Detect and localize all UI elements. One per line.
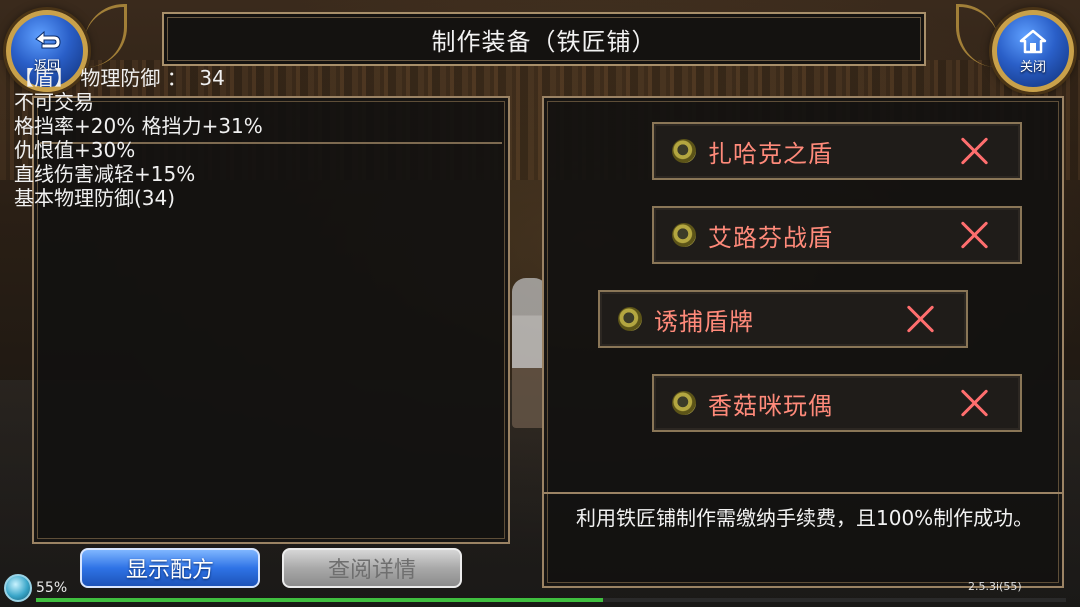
view-details-label: 查阅详情 bbox=[327, 558, 416, 583]
version-label: 2.5.3i(55) bbox=[968, 580, 1022, 593]
close-icon[interactable] bbox=[960, 136, 990, 166]
stat-line: 基本物理防御(34) bbox=[14, 186, 176, 210]
recipe-name: 诱捕盾牌 bbox=[654, 307, 754, 336]
stat-line: 格挡率+20% 格挡力+31% bbox=[14, 114, 263, 138]
panel-divider bbox=[544, 492, 1062, 494]
page-title: 制作装备（铁匠铺） bbox=[431, 27, 657, 56]
stat-line: 直线伤害减轻+15% bbox=[14, 162, 196, 186]
close-icon[interactable] bbox=[906, 304, 936, 334]
close-icon[interactable] bbox=[960, 220, 990, 250]
recipe-name: 扎哈克之盾 bbox=[708, 139, 833, 168]
stat-line: 【盾】 物理防御 ： 34 bbox=[14, 66, 225, 90]
recipe-item-selected[interactable]: 诱捕盾牌 bbox=[598, 290, 968, 348]
stat-line: 仇恨值+30% bbox=[14, 138, 136, 162]
recipe-item[interactable]: 艾路芬战盾 bbox=[652, 206, 1022, 264]
close-icon[interactable] bbox=[960, 388, 990, 418]
show-recipe-button[interactable]: 显示配方 bbox=[80, 548, 260, 588]
recipe-item[interactable]: 香菇咪玩偶 bbox=[652, 374, 1022, 432]
shield-ring-icon bbox=[672, 391, 696, 415]
home-icon bbox=[1019, 29, 1047, 53]
recipe-item[interactable]: 扎哈克之盾 bbox=[652, 122, 1022, 180]
progress-percent: 55% bbox=[36, 580, 68, 596]
recipe-name: 艾路芬战盾 bbox=[708, 223, 833, 252]
crafting-note: 利用铁匠铺制作需缴纳手续费，且100%制作成功。 bbox=[576, 506, 1034, 530]
close-button[interactable]: 关闭 bbox=[992, 10, 1074, 92]
network-globe-icon bbox=[4, 574, 32, 602]
shield-ring-icon bbox=[672, 223, 696, 247]
progress-bar bbox=[36, 598, 1066, 602]
title-bar: 制作装备（铁匠铺） bbox=[162, 12, 926, 66]
close-button-label: 关闭 bbox=[1019, 59, 1046, 75]
stat-line: 不可交易 bbox=[14, 90, 94, 114]
view-details-button[interactable]: 查阅详情 bbox=[282, 548, 462, 588]
show-recipe-label: 显示配方 bbox=[125, 558, 214, 583]
item-stats: 【盾】 物理防御 ： 34 不可交易 格挡率+20% 格挡力+31% 仇恨值+3… bbox=[14, 66, 263, 210]
recipe-name: 香菇咪玩偶 bbox=[708, 391, 833, 420]
progress-fill bbox=[36, 598, 603, 602]
back-arrow-icon bbox=[35, 30, 61, 48]
shield-ring-icon bbox=[618, 307, 642, 331]
shield-ring-icon bbox=[672, 139, 696, 163]
ornament-left bbox=[84, 4, 127, 67]
